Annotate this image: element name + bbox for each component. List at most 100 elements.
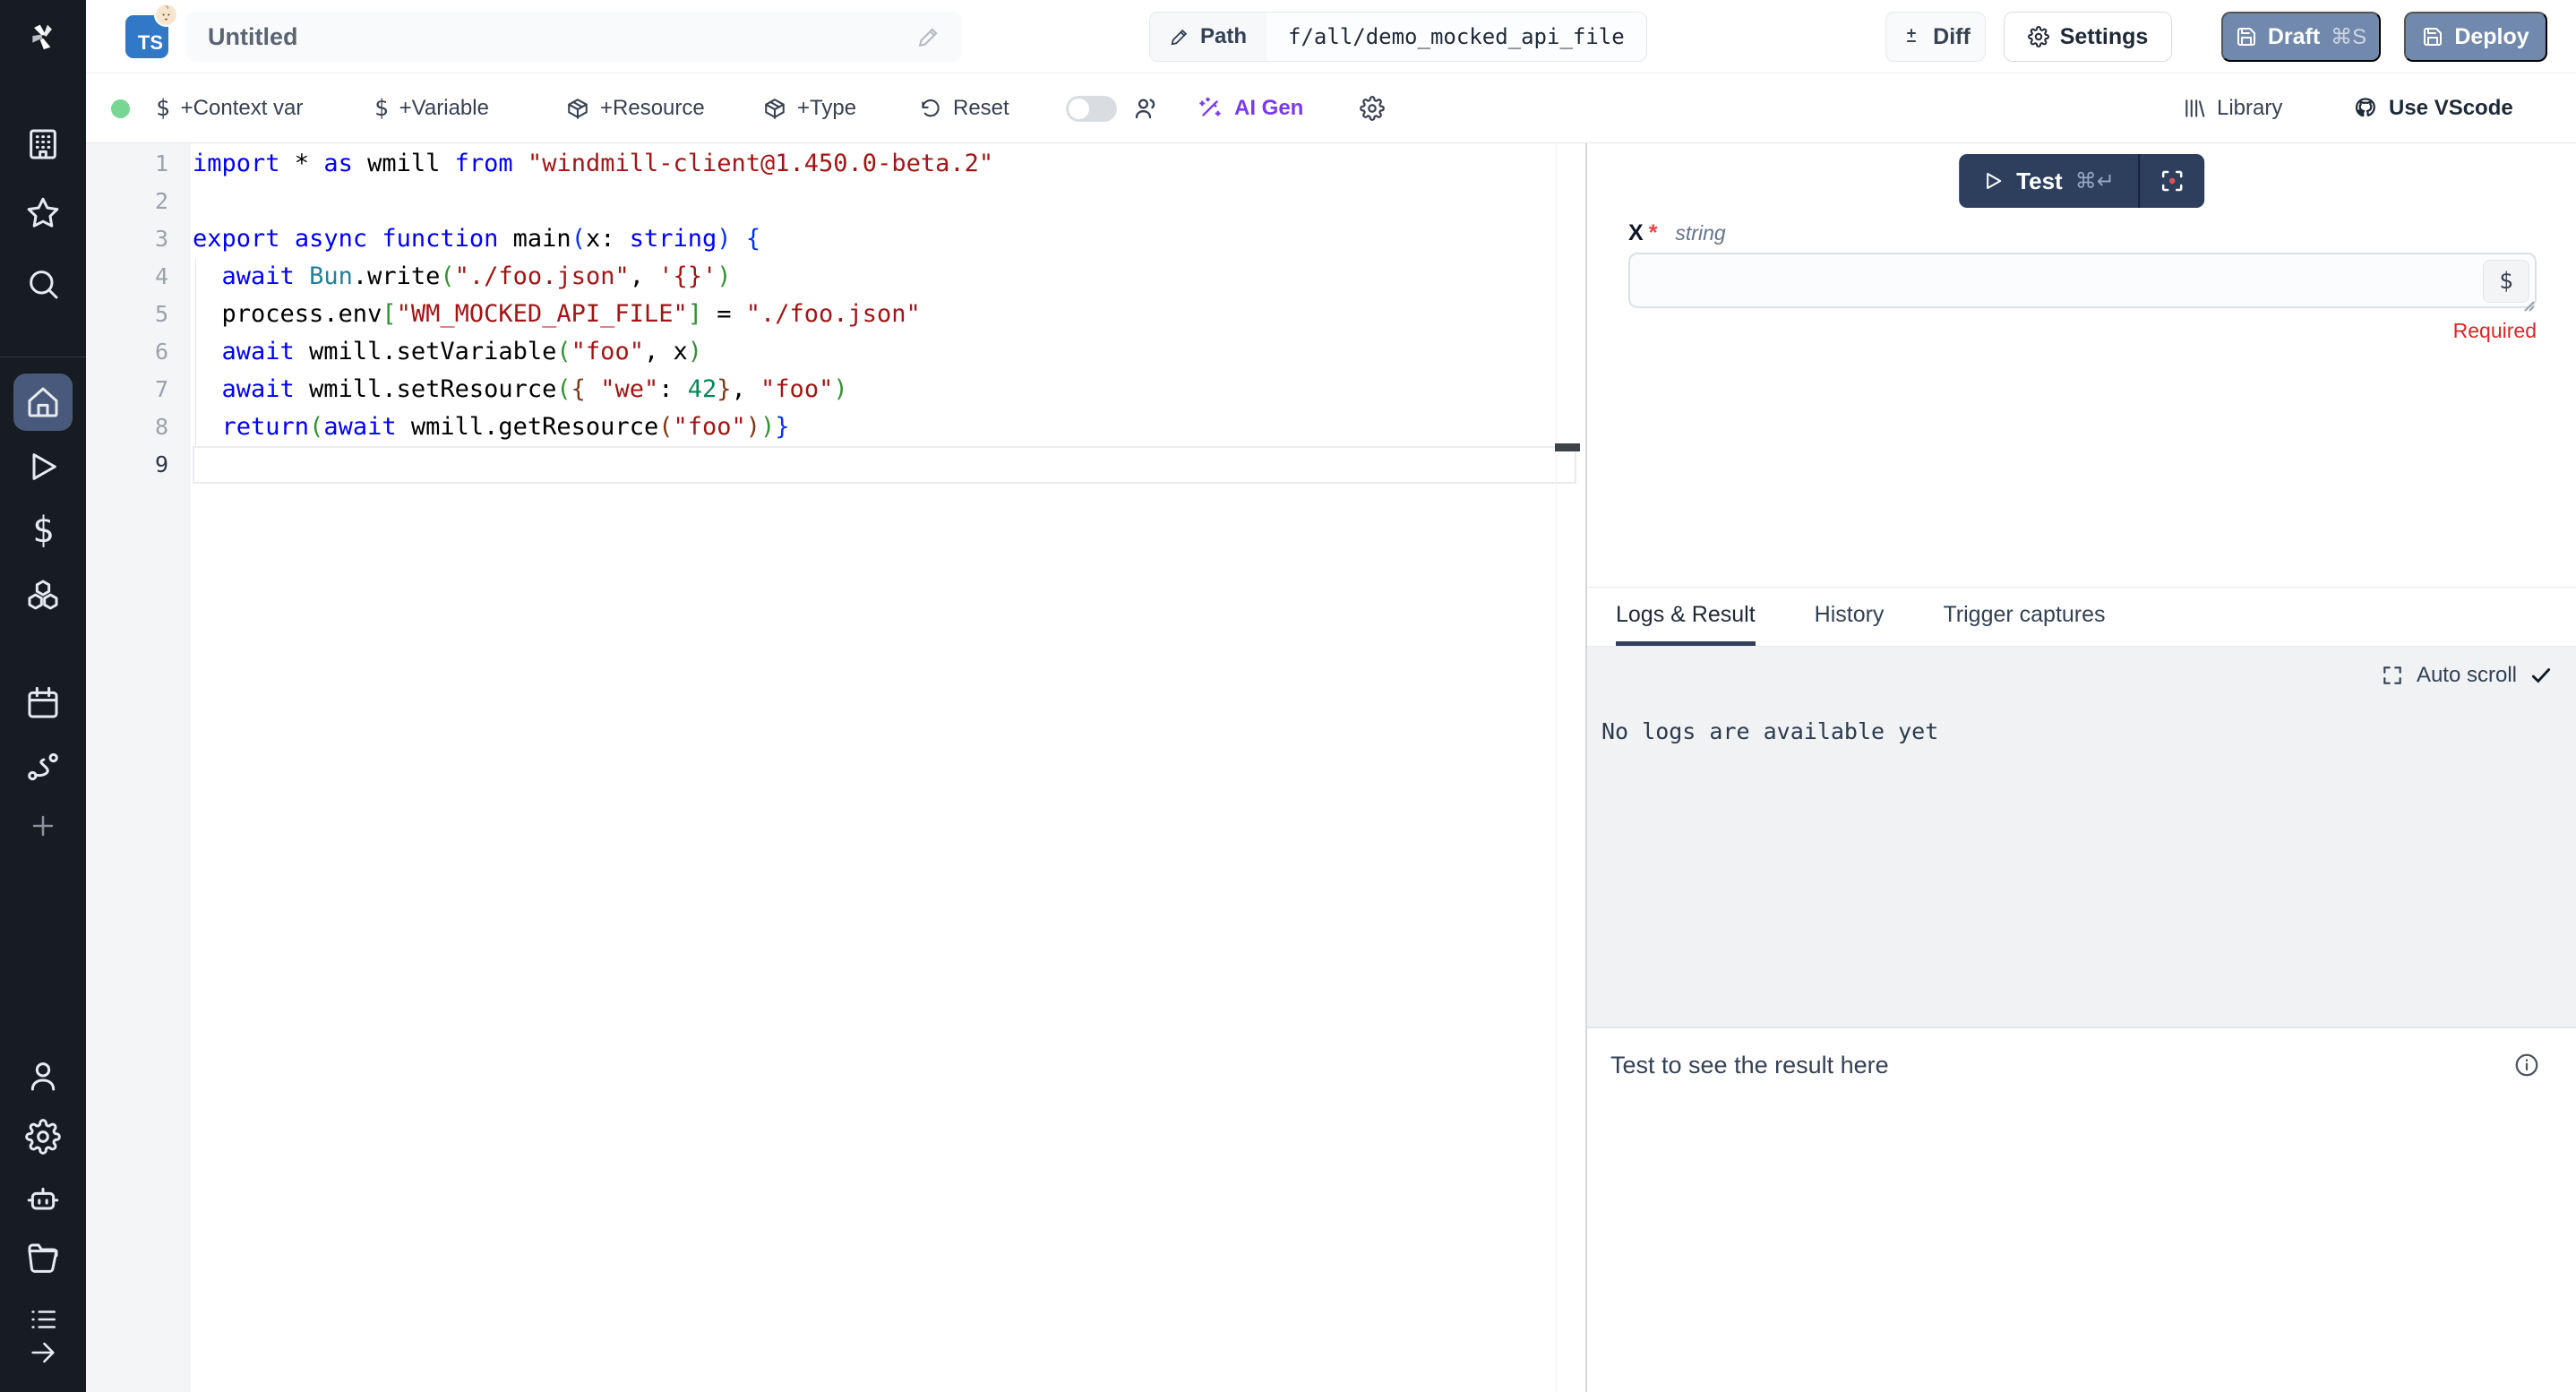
code-line-text[interactable]: await wmill.setVariable("foo", x) — [193, 333, 1576, 371]
line-number: 5 — [86, 296, 168, 333]
code-line-text[interactable]: await Bun.write("./foo.json", '{}') — [193, 258, 1576, 296]
path-label-chip[interactable]: Path — [1150, 13, 1267, 61]
windmill-script-editor: $ TS Untitled Path f/all/demo_mocked_api… — [0, 0, 2576, 1392]
multiplayer-toggle[interactable] — [1066, 96, 1117, 122]
add-variable-button[interactable]: $ +Variable — [374, 73, 489, 143]
sidebar-item-account[interactable] — [0, 1047, 86, 1104]
code-line[interactable]: 2 — [86, 183, 1585, 220]
reset-button[interactable]: Reset — [919, 73, 1009, 143]
sidebar-item-home[interactable] — [0, 374, 86, 431]
overview-cursor-marker — [1555, 443, 1580, 451]
argument-input-wrapper: $ — [1628, 253, 2537, 308]
expand-icon[interactable] — [2381, 664, 2404, 687]
result-placeholder: Test to see the result here — [1610, 1052, 1889, 1079]
play-icon — [1982, 170, 2004, 192]
status-dot — [111, 99, 130, 118]
argument-input[interactable] — [1639, 258, 2445, 303]
sidebar-item-schedules[interactable] — [0, 675, 86, 732]
code-line-text[interactable]: process.env["WM_MOCKED_API_FILE"] = "./f… — [193, 296, 1576, 333]
line-number: 2 — [86, 183, 168, 220]
diff-button[interactable]: Diff — [1885, 12, 1986, 62]
magic-wand-icon — [1197, 95, 1224, 122]
dollar-icon: $ — [374, 95, 389, 122]
editor-toolbar: $ +Context var $ +Variable +Resource +Ty… — [86, 73, 2576, 143]
library-button[interactable]: Library — [2183, 73, 2282, 143]
result-area: Test to see the result here — [1587, 1028, 2576, 1392]
multiplayer-icon — [1132, 73, 1159, 143]
settings-button[interactable]: Settings — [2004, 12, 2172, 62]
edit-title-icon[interactable] — [917, 25, 940, 48]
save-icon — [2236, 26, 2257, 47]
overview-ruler[interactable] — [1556, 143, 1585, 1392]
path-value[interactable]: f/all/demo_mocked_api_file — [1267, 13, 1646, 61]
path-group[interactable]: Path f/all/demo_mocked_api_file — [1149, 12, 1647, 62]
add-context-var-button[interactable]: $ +Context var — [156, 73, 303, 143]
test-button-group: Test ⌘↵ — [1959, 154, 2204, 208]
code-line[interactable]: 6 await wmill.setVariable("foo", x) — [86, 333, 1585, 371]
draft-button[interactable]: Draft ⌘S — [2221, 12, 2381, 62]
capture-test-button[interactable] — [2140, 154, 2204, 208]
diff-icon — [1901, 26, 1922, 47]
code-line-text[interactable]: await wmill.setResource({ "we": 42}, "fo… — [193, 371, 1576, 408]
deploy-button[interactable]: Deploy — [2404, 12, 2547, 62]
code-line-text[interactable]: return(await wmill.getResource("foo"))} — [193, 408, 1576, 446]
required-asterisk: * — [1649, 220, 1658, 246]
code-line[interactable]: 1import * as wmill from "windmill-client… — [86, 145, 1585, 183]
script-title: Untitled — [208, 23, 917, 51]
sidebar-item-settings[interactable] — [0, 1108, 86, 1165]
gear-icon — [1360, 96, 1385, 121]
sidebar-item-runs[interactable] — [0, 438, 86, 495]
argument-name: X — [1628, 220, 1644, 246]
sidebar-item-search[interactable] — [0, 255, 86, 313]
argument-label: X * string — [1628, 220, 1726, 246]
line-number: 9 — [86, 446, 168, 484]
ai-gen-button[interactable]: AI Gen — [1197, 73, 1303, 143]
code-editor[interactable]: 1import * as wmill from "windmill-client… — [86, 143, 1585, 1392]
resize-handle[interactable] — [2519, 296, 2537, 314]
windmill-logo-icon[interactable] — [0, 8, 86, 65]
code-line-text[interactable]: export async function main(x: string) { — [193, 220, 1576, 258]
code-line-text[interactable] — [193, 183, 1576, 220]
script-title-field[interactable]: Untitled — [186, 12, 962, 62]
test-shortcut: ⌘↵ — [2075, 168, 2115, 194]
tab-history[interactable]: History — [1815, 588, 1885, 646]
line-number: 6 — [86, 333, 168, 371]
add-type-button[interactable]: +Type — [763, 73, 856, 143]
test-button[interactable]: Test ⌘↵ — [1959, 154, 2138, 208]
code-line[interactable]: 5 process.env["WM_MOCKED_API_FILE"] = ".… — [86, 296, 1585, 333]
code-line[interactable]: 9 — [86, 446, 1585, 484]
sidebar-item-flows[interactable] — [0, 738, 86, 795]
sidebar-item-variables[interactable]: $ — [0, 502, 86, 559]
package-icon — [763, 97, 786, 120]
use-vscode-button[interactable]: Use VScode — [2353, 73, 2513, 143]
required-label: Required — [1628, 319, 2537, 343]
draft-shortcut: ⌘S — [2331, 24, 2366, 50]
package-icon — [566, 97, 589, 120]
editor-settings-button[interactable] — [1360, 73, 1385, 143]
run-panel: Test ⌘↵ X * string $ Required Logs & Res… — [1587, 143, 2576, 1392]
code-line-text[interactable] — [193, 446, 1576, 484]
tab-trigger-captures[interactable]: Trigger captures — [1943, 588, 2105, 646]
code-line[interactable]: 8 return(await wmill.getResource("foo"))… — [86, 408, 1585, 446]
sidebar-item-favorites[interactable] — [0, 185, 86, 242]
sidebar-item-workspace[interactable] — [0, 116, 86, 173]
sidebar-item-resources[interactable] — [0, 566, 86, 623]
add-resource-button[interactable]: +Resource — [566, 73, 705, 143]
info-icon[interactable] — [2513, 1052, 2540, 1078]
toggle-knob — [1069, 99, 1089, 119]
logs-empty-message: No logs are available yet — [1601, 718, 1938, 744]
code-line[interactable]: 4 await Bun.write("./foo.json", '{}') — [86, 258, 1585, 296]
sidebar-item-folders[interactable] — [0, 1230, 86, 1287]
result-tabs: Logs & Result History Trigger captures — [1587, 587, 2576, 647]
code-line[interactable]: 3export async function main(x: string) { — [86, 220, 1585, 258]
code-line-text[interactable]: import * as wmill from "windmill-client@… — [193, 145, 1576, 183]
sidebar-expand-button[interactable] — [0, 1324, 86, 1381]
code-line[interactable]: 7 await wmill.setResource({ "we": 42}, "… — [86, 371, 1585, 408]
code-lines: 1import * as wmill from "windmill-client… — [86, 145, 1585, 484]
sidebar: $ — [0, 0, 86, 1392]
autoscroll-control[interactable]: Auto scroll — [2381, 663, 2553, 688]
reset-icon — [919, 97, 942, 120]
sidebar-item-workers[interactable] — [0, 1171, 86, 1228]
tab-logs-result[interactable]: Logs & Result — [1616, 588, 1756, 646]
sidebar-item-more[interactable] — [0, 797, 86, 855]
